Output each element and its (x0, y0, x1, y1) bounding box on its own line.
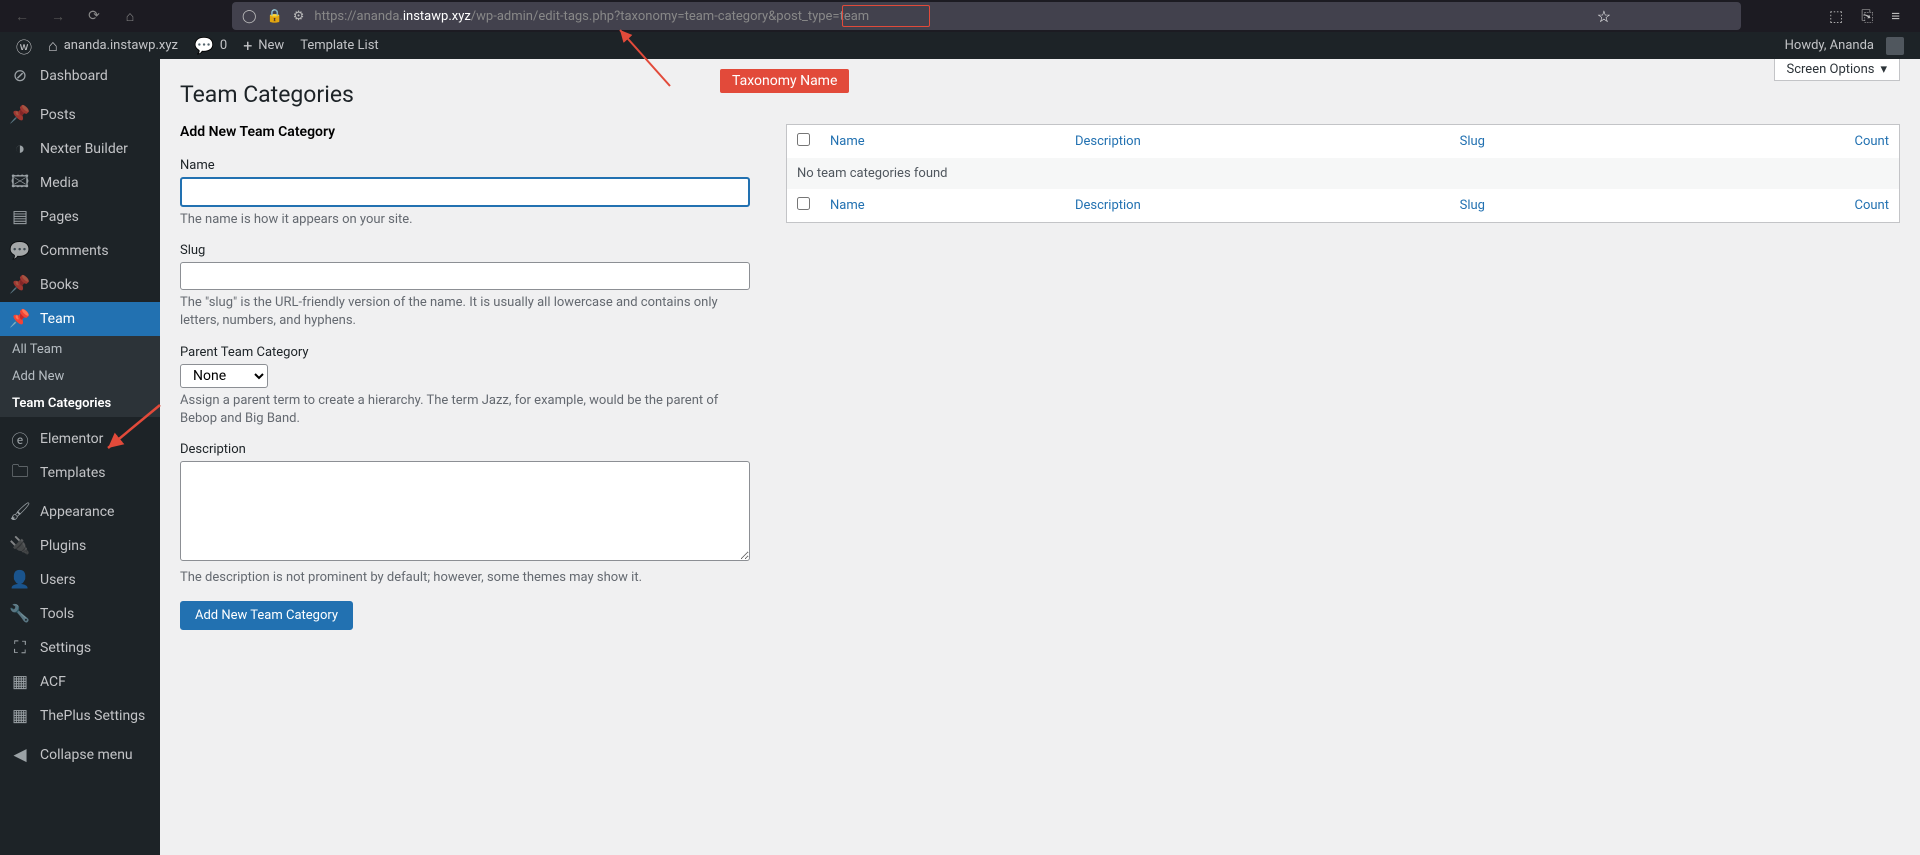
extensions-icon[interactable]: ⎘ (1861, 7, 1873, 25)
browser-toolbar: ← → ⟳ ⌂ ◯ 🔒 ⚙ https://ananda.instawp.xyz… (0, 0, 1920, 32)
brush-icon: 🖌 (10, 502, 30, 522)
sidebar-item-posts[interactable]: 📌Posts (0, 98, 160, 132)
screen-options-toggle[interactable]: Screen Options ▾ (1774, 59, 1901, 81)
wp-admin-bar: ⓦ ⌂ananda.instawp.xyz 💬0 +New Template L… (0, 32, 1920, 59)
bookmark-star-icon[interactable]: ☆ (1597, 7, 1611, 26)
col-footer-count[interactable]: Count (1855, 198, 1889, 213)
select-all-bottom[interactable] (797, 197, 810, 210)
hamburger-icon[interactable]: ≡ (1891, 7, 1900, 25)
sidebar-item-comments[interactable]: 💬Comments (0, 234, 160, 268)
page-title: Team Categories (180, 81, 1900, 108)
slug-label: Slug (180, 243, 750, 258)
home-button[interactable]: ⌂ (116, 2, 144, 30)
col-header-name[interactable]: Name (830, 134, 865, 149)
wordpress-icon: ⓦ (16, 34, 32, 58)
sidebar-item-settings[interactable]: ⛶Settings (0, 631, 160, 665)
parent-label: Parent Team Category (180, 345, 750, 360)
pocket-icon[interactable]: ⬚ (1829, 7, 1843, 25)
avatar-icon (1886, 37, 1904, 55)
nexter-icon: ◑ (10, 139, 30, 159)
description-label: Description (180, 442, 750, 457)
sidebar-submenu-team: All Team Add New Team Categories (0, 336, 160, 417)
name-input[interactable] (180, 177, 750, 207)
permissions-icon: ⚙ (293, 9, 305, 24)
main-content: Screen Options ▾ Team Categories Add New… (160, 59, 1920, 855)
media-icon: 🖾 (10, 173, 30, 193)
col-header-slug[interactable]: Slug (1460, 134, 1485, 149)
terms-table: Name Description Slug Count No team cate… (786, 124, 1900, 223)
sidebar-collapse[interactable]: ◀Collapse menu (0, 738, 160, 772)
pin-icon: 📌 (10, 309, 30, 329)
pin-icon: 📌 (10, 105, 30, 125)
submenu-team-categories[interactable]: Team Categories (0, 390, 160, 417)
comments-icon: 💬 (10, 241, 30, 261)
lock-icon: 🔒 (267, 9, 283, 24)
home-icon: ⌂ (48, 36, 58, 56)
name-help: The name is how it appears on your site. (180, 211, 750, 229)
theplus-icon: ▦ (10, 706, 30, 726)
col-footer-description[interactable]: Description (1075, 198, 1141, 213)
description-textarea[interactable] (180, 461, 750, 561)
comment-icon: 💬 (194, 36, 214, 55)
sidebar-item-plugins[interactable]: 🔌Plugins (0, 529, 160, 563)
col-header-count[interactable]: Count (1855, 134, 1889, 149)
sidebar-item-media[interactable]: 🖾Media (0, 166, 160, 200)
sidebar-item-nexter[interactable]: ◑Nexter Builder (0, 132, 160, 166)
reload-button[interactable]: ⟳ (80, 2, 108, 30)
url-text: https://ananda.instawp.xyz/wp-admin/edit… (314, 9, 869, 24)
wp-logo[interactable]: ⓦ (8, 32, 40, 59)
sidebar-item-pages[interactable]: ▤Pages (0, 200, 160, 234)
sidebar-item-templates[interactable]: 🗀Templates (0, 456, 160, 490)
parent-help: Assign a parent term to create a hierarc… (180, 392, 750, 428)
select-all-top[interactable] (797, 133, 810, 146)
wrench-icon: 🔧 (10, 604, 30, 624)
annotation-taxonomy-name: Taxonomy Name (720, 69, 849, 93)
sidebar-item-books[interactable]: 📌Books (0, 268, 160, 302)
forward-button[interactable]: → (44, 2, 72, 30)
collapse-icon: ◀ (10, 745, 30, 765)
plus-icon: + (243, 36, 252, 55)
col-footer-name[interactable]: Name (830, 198, 865, 213)
slug-input[interactable] (180, 262, 750, 290)
description-help: The description is not prominent by defa… (180, 569, 750, 587)
site-link[interactable]: ⌂ananda.instawp.xyz (40, 32, 186, 59)
sidebar-item-users[interactable]: 👤Users (0, 563, 160, 597)
submit-button[interactable]: Add New Team Category (180, 601, 353, 630)
admin-sidebar: ⊘Dashboard 📌Posts ◑Nexter Builder 🖾Media… (0, 59, 160, 855)
submenu-add-new[interactable]: Add New (0, 363, 160, 390)
sidebar-item-acf[interactable]: ▦ACF (0, 665, 160, 699)
template-list-link[interactable]: Template List (292, 32, 386, 59)
empty-row: No team categories found (787, 158, 1900, 189)
pin-icon: 📌 (10, 275, 30, 295)
new-link[interactable]: +New (235, 32, 292, 59)
name-label: Name (180, 158, 750, 173)
folder-icon: 🗀 (10, 463, 30, 483)
sidebar-item-dashboard[interactable]: ⊘Dashboard (0, 59, 160, 93)
user-icon: 👤 (10, 570, 30, 590)
comments-link[interactable]: 💬0 (186, 32, 235, 59)
add-term-form: Add New Team Category Name The name is h… (180, 124, 750, 630)
sidebar-item-team[interactable]: 📌Team (0, 302, 160, 336)
howdy-link[interactable]: Howdy, Ananda (1777, 37, 1912, 55)
acf-icon: ▦ (10, 672, 30, 692)
chevron-down-icon: ▾ (1880, 62, 1887, 77)
sidebar-item-elementor[interactable]: ⓔElementor (0, 422, 160, 456)
col-footer-slug[interactable]: Slug (1460, 198, 1485, 213)
slug-help: The "slug" is the URL-friendly version o… (180, 294, 750, 330)
shield-icon: ◯ (242, 9, 257, 24)
col-header-description[interactable]: Description (1075, 134, 1141, 149)
sidebar-item-tools[interactable]: 🔧Tools (0, 597, 160, 631)
page-icon: ▤ (10, 207, 30, 227)
submenu-all-team[interactable]: All Team (0, 336, 160, 363)
dashboard-icon: ⊘ (10, 66, 30, 86)
sidebar-item-appearance[interactable]: 🖌Appearance (0, 495, 160, 529)
form-heading: Add New Team Category (180, 124, 750, 140)
sliders-icon: ⛶ (10, 638, 30, 658)
elementor-icon: ⓔ (10, 429, 30, 449)
url-bar[interactable]: ◯ 🔒 ⚙ https://ananda.instawp.xyz/wp-admi… (232, 2, 1741, 30)
parent-select[interactable]: None (180, 364, 268, 388)
plug-icon: 🔌 (10, 536, 30, 556)
back-button[interactable]: ← (8, 2, 36, 30)
sidebar-item-theplus[interactable]: ▦ThePlus Settings (0, 699, 160, 733)
